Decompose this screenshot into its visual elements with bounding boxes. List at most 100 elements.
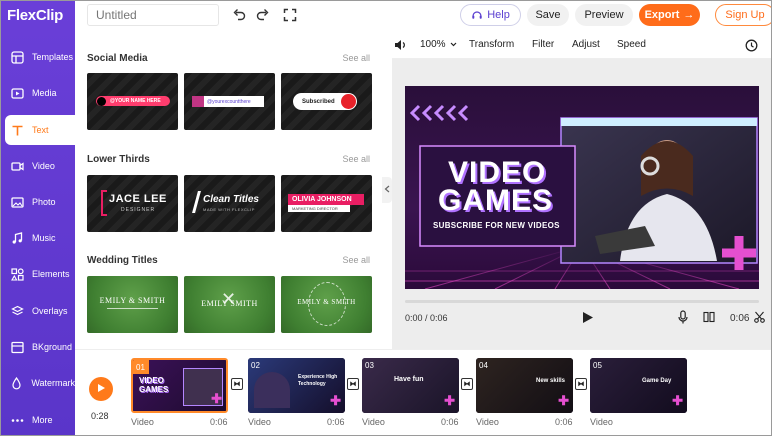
sidebar-item-video[interactable]: Video — [1, 151, 75, 181]
timeline-clip[interactable]: 03 Have fun ✚ — [362, 358, 459, 413]
playback-progress-bar[interactable] — [405, 300, 759, 303]
clip-duration: 0:06 — [441, 417, 459, 427]
sidebar-item-media[interactable]: Media — [1, 78, 75, 108]
section-title-wedding-titles: Wedding Titles — [87, 255, 158, 266]
filter-button[interactable]: Filter — [532, 39, 554, 50]
microphone-icon[interactable] — [678, 310, 688, 327]
scissors-icon[interactable] — [754, 311, 765, 326]
template-thumb[interactable]: OLIVIA JOHNSON MARKETING DIRECTOR — [281, 175, 372, 232]
sidebar-item-label: Media — [32, 88, 57, 98]
see-all-wedding-titles[interactable]: See all — [342, 255, 370, 265]
see-all-lower-thirds[interactable]: See all — [342, 154, 370, 164]
fullscreen-icon[interactable] — [282, 7, 298, 23]
plus-icon: ✚ — [211, 391, 222, 406]
see-all-social-media[interactable]: See all — [342, 53, 370, 63]
clip-type-label: Video — [476, 417, 499, 427]
sidebar-item-more[interactable]: More — [1, 405, 75, 435]
transition-icon: ⧓ — [349, 381, 357, 388]
help-icon — [471, 9, 483, 21]
watermark-icon — [9, 375, 24, 391]
sidebar-item-elements[interactable]: Elements — [1, 259, 75, 289]
sidebar-item-label: Templates — [32, 52, 74, 62]
clock-icon[interactable] — [745, 39, 758, 55]
template-thumb[interactable]: Clean Titles MADE WITH FLEXCLIP — [184, 175, 275, 232]
music-icon — [9, 230, 25, 246]
sidebar-item-bkground[interactable]: BKground — [1, 332, 75, 362]
edit-toolbar: 100% Transform Filter Adjust Speed — [392, 31, 771, 59]
transition-button[interactable]: ⧓ — [231, 378, 243, 390]
video-icon — [9, 158, 25, 174]
sidebar-item-watermark[interactable]: Watermark — [1, 368, 75, 398]
clip-duration: 0:06 — [327, 417, 345, 427]
sidebar-item-text[interactable]: Text — [5, 115, 75, 145]
template-thumb[interactable]: @yourexcountthere — [184, 73, 275, 130]
play-icon[interactable] — [582, 311, 594, 327]
timeline-clip[interactable]: 05 Game Day ✚ — [590, 358, 687, 413]
sidebar-item-label: Video — [32, 161, 55, 171]
timeline-total-time: 0:28 — [91, 411, 109, 421]
template-thumb[interactable]: JACE LEE DESIGNER — [87, 175, 178, 232]
timeline-clip[interactable]: 01 VIDEO GAMES ✚ — [131, 358, 228, 413]
adjust-button[interactable]: Adjust — [572, 39, 600, 50]
transition-button[interactable]: ⧓ — [347, 378, 359, 390]
sidebar-item-label: BKground — [32, 342, 73, 352]
speed-button[interactable]: Speed — [617, 39, 646, 50]
sidebar-item-overlays[interactable]: Overlays — [1, 296, 75, 326]
more-icon — [9, 412, 25, 428]
timeline-play-button[interactable] — [89, 377, 113, 401]
timeline-clip[interactable]: 04 New skills ✚ — [476, 358, 573, 413]
media-icon — [9, 85, 25, 101]
template-thumb[interactable]: EMILY & SMITH — [87, 276, 178, 333]
save-button[interactable]: Save — [527, 4, 569, 26]
template-thumb[interactable]: @YOUR NAME HERE — [87, 73, 178, 130]
zoom-dropdown[interactable]: 100% — [420, 39, 457, 50]
collapse-panel-button[interactable] — [382, 177, 392, 203]
play-icon — [97, 383, 106, 396]
sidebar-item-label: Music — [32, 233, 56, 243]
section-title-social-media: Social Media — [87, 53, 148, 64]
app-logo[interactable]: FlexClip — [7, 7, 63, 24]
sidebar: FlexClip Templates Media Text Video Phot… — [1, 1, 75, 435]
transition-icon: ⧓ — [577, 381, 585, 388]
template-thumb[interactable]: Subscribed — [281, 73, 372, 130]
sidebar-item-photo[interactable]: Photo — [1, 187, 75, 217]
timeline: 0:28 01 VIDEO GAMES ✚ Video 0:06 ⧓ 02 Ex… — [75, 349, 771, 435]
arrow-right-icon: → — [683, 9, 695, 21]
overlays-icon — [9, 303, 25, 319]
duration-readout: 0:06 — [730, 313, 750, 324]
transition-button[interactable]: ⧓ — [461, 378, 473, 390]
help-button[interactable]: Help — [460, 4, 521, 26]
project-title-input[interactable] — [87, 4, 219, 26]
template-thumb[interactable]: EMILY & SMITH — [281, 276, 372, 333]
transition-icon: ⧓ — [463, 381, 471, 388]
redo-icon[interactable] — [255, 7, 271, 23]
split-icon[interactable] — [703, 311, 715, 326]
plus-icon: ✚ — [558, 393, 569, 408]
sidebar-item-label: Elements — [32, 269, 70, 279]
plus-icon: ✚ — [330, 393, 341, 408]
timeline-clip[interactable]: 02 Experience High Technology ✚ — [248, 358, 345, 413]
top-bar: Help Save Preview Export → Sign Up — [75, 1, 771, 31]
plus-icon: ✚ — [672, 393, 683, 408]
sidebar-item-templates[interactable]: Templates — [1, 42, 75, 72]
preview-area: VIDEO GAMES SUBSCRIBE FOR NEW VIDEOS 0:0… — [392, 59, 771, 349]
clip-duration: 0:06 — [555, 417, 573, 427]
flexclip-editor: FlexClip Templates Media Text Video Phot… — [0, 0, 772, 436]
sidebar-item-label: More — [32, 415, 53, 425]
transform-button[interactable]: Transform — [469, 39, 514, 50]
transition-button[interactable]: ⧓ — [575, 378, 587, 390]
sidebar-item-label: Text — [32, 125, 49, 135]
signup-button[interactable]: Sign Up — [715, 4, 771, 26]
template-thumb[interactable]: ✕ EMILY SMITH — [184, 276, 275, 333]
chevron-left-icon — [384, 184, 390, 196]
export-button[interactable]: Export → — [639, 4, 700, 26]
clip-type-label: Video — [248, 417, 271, 427]
sidebar-item-music[interactable]: Music — [1, 223, 75, 253]
volume-icon[interactable] — [394, 39, 407, 54]
undo-icon[interactable] — [231, 7, 247, 23]
clip-type-label: Video — [590, 417, 613, 427]
preview-button[interactable]: Preview — [575, 4, 633, 26]
video-preview[interactable]: VIDEO GAMES SUBSCRIBE FOR NEW VIDEOS — [405, 86, 759, 289]
photo-icon — [9, 194, 25, 210]
text-icon — [9, 122, 25, 138]
